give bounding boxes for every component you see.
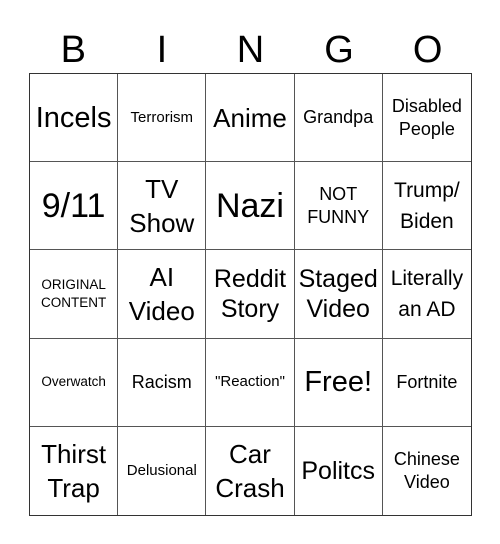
bingo-cell[interactable]: Terrorism: [118, 74, 207, 163]
bingo-cell[interactable]: Delusional: [118, 426, 207, 515]
cell-label: 9/11: [41, 186, 106, 225]
header-letter-o: O: [412, 29, 443, 71]
cell-label: Terrorism: [130, 108, 194, 126]
bingo-cell[interactable]: Trump/ Biden: [382, 162, 471, 251]
bingo-cell[interactable]: AI Video: [118, 250, 207, 339]
bingo-cell[interactable]: Staged Video: [294, 250, 383, 339]
bingo-cell[interactable]: Fortnite: [382, 339, 471, 427]
cell-label: TV Show: [129, 173, 195, 238]
bingo-cell[interactable]: TV Show: [118, 162, 207, 251]
cell-label: Disabled People: [391, 95, 462, 139]
cell-label: Fortnite: [396, 371, 458, 392]
cell-label: Trump/ Biden: [394, 178, 460, 233]
bingo-cell[interactable]: Car Crash: [206, 426, 295, 515]
bingo-grid: Incels Terrorism Anime Grandpa Disabled Peop…: [29, 73, 472, 516]
cell-label: AI Video: [128, 261, 195, 326]
cell-label: Politcs: [301, 456, 376, 485]
cell-label: Staged Video: [298, 264, 378, 323]
bingo-cell[interactable]: "Reaction": [206, 338, 295, 427]
bingo-cell[interactable]: NOT FUNNY: [294, 162, 383, 251]
cell-label: Chinese Video: [393, 448, 460, 492]
cell-label: Nazi: [215, 186, 284, 225]
cell-label: Overwatch: [41, 374, 106, 390]
cell-label: Literally an AD: [390, 266, 464, 321]
header-letter-g: G: [324, 29, 354, 71]
bingo-cell[interactable]: Anime: [206, 74, 295, 163]
cell-label: Thirst Trap: [41, 438, 107, 503]
cell-label: Grandpa: [303, 107, 374, 128]
bingo-cell[interactable]: 9/11: [30, 162, 119, 251]
cell-label: Car Crash: [215, 438, 285, 503]
bingo-cell[interactable]: Chinese Video: [383, 427, 471, 515]
bingo-cell[interactable]: Disabled People: [382, 74, 471, 163]
bingo-cell[interactable]: Incels: [30, 74, 119, 163]
cell-label: "Reaction": [215, 373, 285, 391]
header-letter-i: I: [156, 29, 168, 71]
bingo-cell[interactable]: Free!: [294, 338, 383, 427]
header-letter-b: B: [60, 29, 86, 71]
bingo-cell[interactable]: Nazi: [206, 162, 295, 251]
cell-label: Reddit Story: [213, 264, 287, 323]
header-letter-n: N: [236, 29, 265, 71]
bingo-cell[interactable]: Racism: [118, 338, 207, 427]
bingo-cell[interactable]: ORIGINAL CONTENT: [30, 250, 119, 339]
bingo-cell-free[interactable]: Reddit Story: [206, 250, 295, 339]
cell-label: NOT FUNNY: [307, 183, 370, 227]
bingo-header: B I N G O: [29, 28, 472, 73]
bingo-cell[interactable]: Thirst Trap: [30, 426, 119, 515]
bingo-cell[interactable]: Grandpa: [294, 74, 383, 163]
cell-label: Incels: [35, 101, 112, 134]
bingo-cell[interactable]: Overwatch: [30, 338, 119, 427]
cell-label: Racism: [131, 371, 192, 392]
cell-label: Anime: [213, 102, 287, 133]
cell-label: Free!: [304, 366, 373, 399]
cell-label: Delusional: [126, 461, 197, 479]
bingo-cell[interactable]: Literally an AD: [382, 250, 471, 339]
bingo-cell[interactable]: Politcs: [295, 426, 383, 515]
cell-label: ORIGINAL CONTENT: [40, 276, 107, 310]
